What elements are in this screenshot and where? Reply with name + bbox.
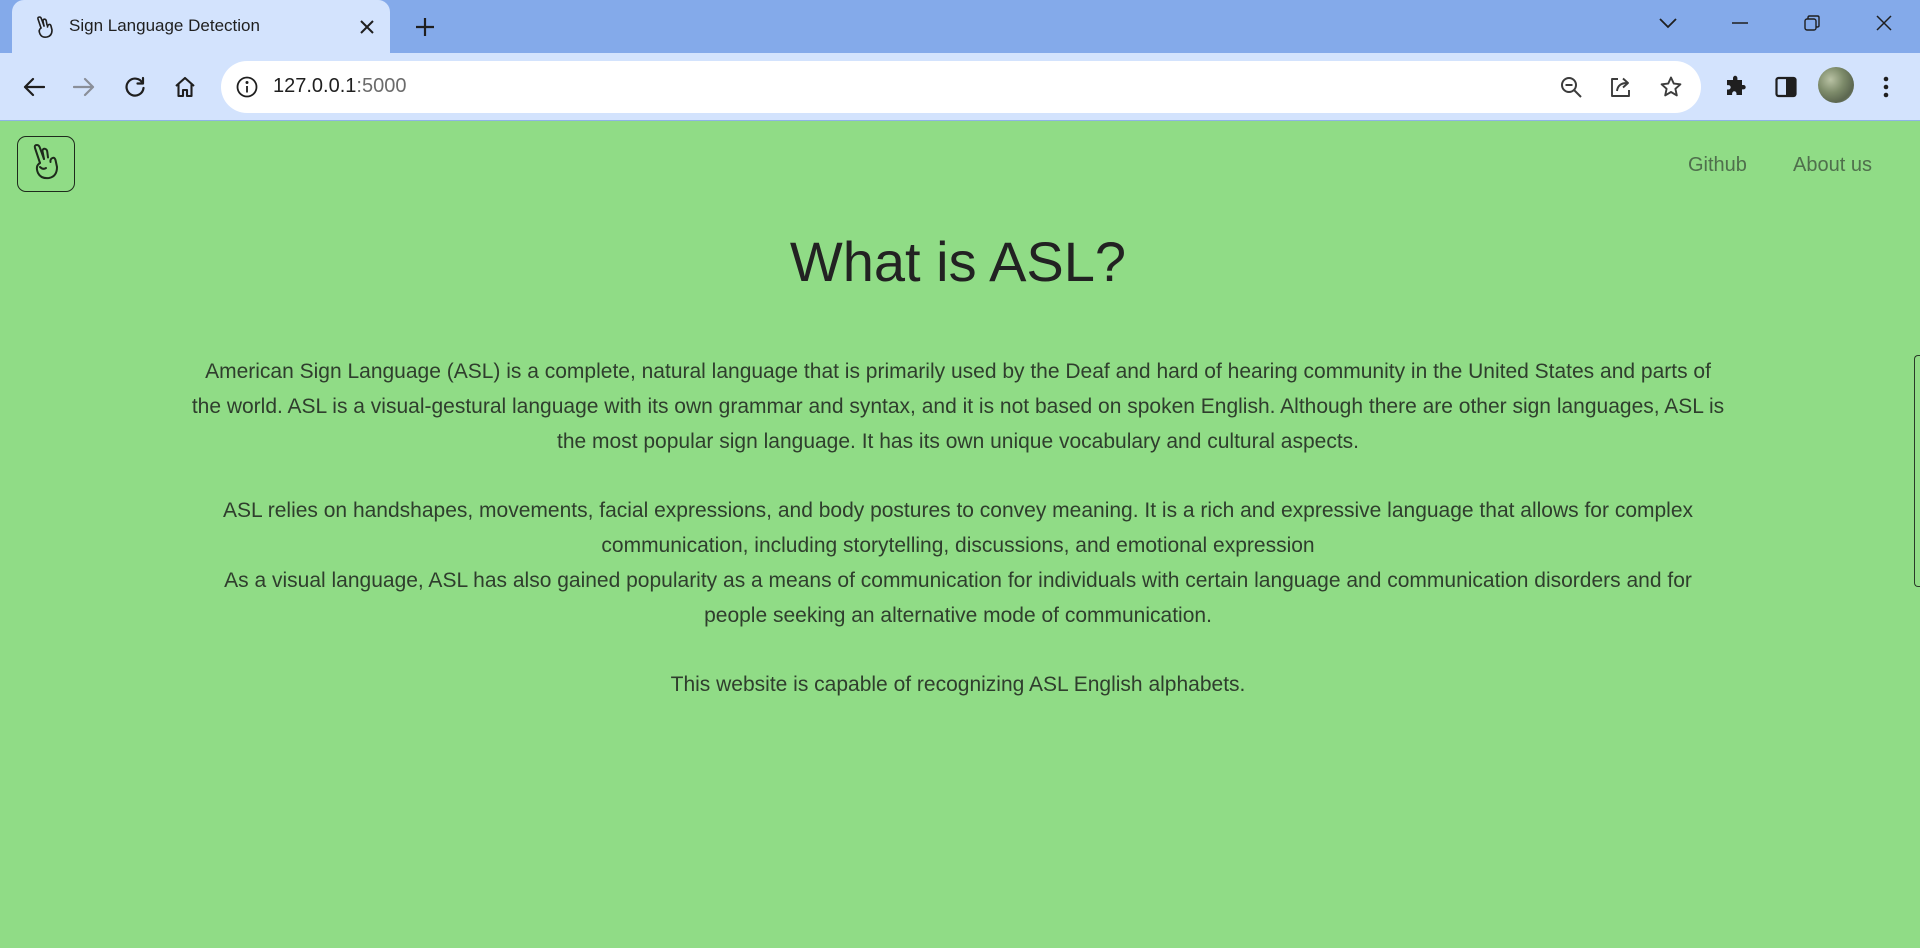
side-panel-icon[interactable] (1766, 67, 1806, 107)
paragraph-handshapes: ASL relies on handshapes, movements, fac… (222, 499, 1694, 557)
page-title: What is ASL? (789, 230, 1127, 293)
bookmark-star-icon[interactable] (1657, 73, 1685, 101)
new-tab-button[interactable] (410, 12, 440, 42)
close-window-icon[interactable] (1862, 6, 1906, 40)
tab-strip: Sign Language Detection (0, 0, 1920, 53)
extensions-puzzle-icon[interactable] (1716, 67, 1756, 107)
scroll-edge-indicator (1914, 355, 1920, 587)
main-content: American Sign Language (ASL) is a comple… (190, 354, 1726, 702)
web-page: Github About us What is ASL? American Si… (0, 121, 1920, 948)
nav-link-github[interactable]: Github (1688, 154, 1747, 177)
nav-link-about-us[interactable]: About us (1793, 154, 1872, 177)
minimize-icon[interactable] (1718, 6, 1762, 40)
paragraph-capability: This website is capable of recognizing A… (670, 673, 1246, 696)
share-icon[interactable] (1607, 73, 1635, 101)
reload-icon[interactable] (115, 67, 155, 107)
paragraph-intro: American Sign Language (ASL) is a comple… (191, 360, 1725, 453)
url-port: :5000 (356, 75, 407, 97)
profile-avatar[interactable] (1818, 67, 1854, 103)
restore-icon[interactable] (1790, 6, 1834, 40)
hand-sign-icon (26, 141, 66, 188)
address-bar[interactable]: 127.0.0.1:5000 (221, 61, 1701, 113)
site-logo[interactable] (17, 136, 75, 192)
url-host: 127.0.0.1 (273, 75, 357, 97)
forward-arrow-icon[interactable] (64, 67, 104, 107)
browser-toolbar: 127.0.0.1:5000 (0, 53, 1920, 120)
more-menu-icon[interactable] (1866, 67, 1906, 107)
back-arrow-icon[interactable] (14, 67, 54, 107)
site-info-icon[interactable] (235, 75, 259, 99)
zoom-out-icon[interactable] (1557, 73, 1585, 101)
hand-sign-icon (32, 14, 58, 40)
browser-tab[interactable]: Sign Language Detection (12, 0, 390, 53)
paragraph-popularity: As a visual language, ASL has also gaine… (224, 569, 1692, 627)
home-icon[interactable] (165, 67, 205, 107)
tab-search-chevron-icon[interactable] (1646, 6, 1690, 40)
close-tab-icon[interactable] (354, 14, 380, 40)
tab-title: Sign Language Detection (69, 16, 260, 35)
url-text[interactable]: 127.0.0.1:5000 (273, 75, 406, 98)
